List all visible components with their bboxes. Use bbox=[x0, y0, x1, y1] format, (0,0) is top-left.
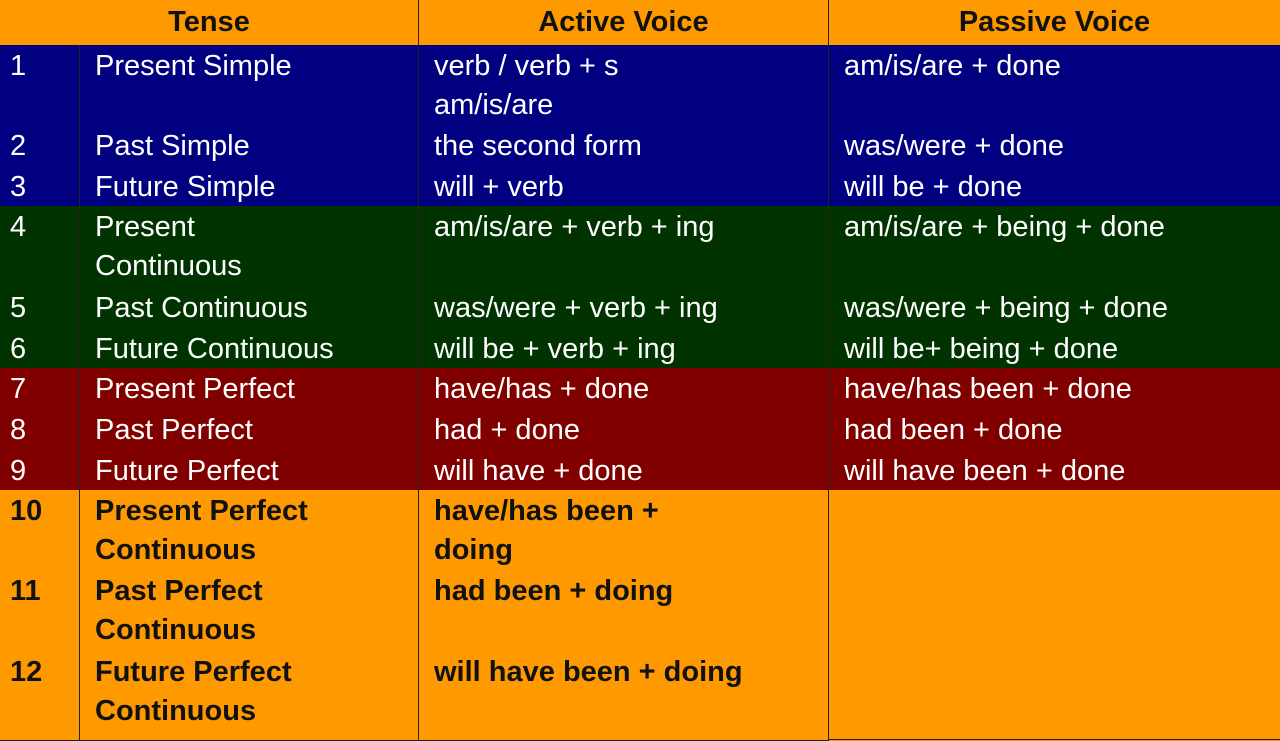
row-1-num: 1 bbox=[0, 45, 80, 126]
row-8-num: 8 bbox=[0, 409, 80, 451]
row-5-num: 5 bbox=[0, 287, 80, 329]
row-7-tense: Present Perfect bbox=[80, 368, 419, 410]
row-1-active: verb / verb + s am/is/are bbox=[419, 45, 829, 126]
header-passive-voice: Passive Voice bbox=[829, 0, 1280, 46]
row-12-tense: Future Perfect Continuous bbox=[80, 651, 419, 741]
row-6-num: 6 bbox=[0, 328, 80, 369]
row-9-active: will have + done bbox=[419, 450, 829, 491]
row-6-tense: Future Continuous bbox=[80, 328, 419, 369]
row-12-num: 12 bbox=[0, 651, 80, 741]
row-5-passive: was/were + being + done bbox=[829, 287, 1280, 329]
row-7-active: have/has + done bbox=[419, 368, 829, 410]
row-8-passive: had been + done bbox=[829, 409, 1280, 451]
row-1-passive: am/is/are + done bbox=[829, 45, 1280, 126]
row-11-active: had been + doing bbox=[419, 570, 829, 652]
row-9-passive: will have been + done bbox=[829, 450, 1280, 491]
header-active-voice: Active Voice bbox=[419, 0, 829, 46]
row-10-tense: Present Perfect Continuous bbox=[80, 490, 419, 571]
row-4-passive: am/is/are + being + done bbox=[829, 206, 1280, 288]
row-9-tense: Future Perfect bbox=[80, 450, 419, 491]
row-7-num: 7 bbox=[0, 368, 80, 410]
row-10-num: 10 bbox=[0, 490, 80, 571]
row-3-passive: will be + done bbox=[829, 166, 1280, 207]
row-4-num: 4 bbox=[0, 206, 80, 288]
row-6-passive: will be+ being + done bbox=[829, 328, 1280, 369]
row-2-passive: was/were + done bbox=[829, 125, 1280, 167]
row-11-num: 11 bbox=[0, 570, 80, 652]
row-4-tense: Present Continuous bbox=[80, 206, 419, 288]
row-3-active: will + verb bbox=[419, 166, 829, 207]
row-2-num: 2 bbox=[0, 125, 80, 167]
row-8-active: had + done bbox=[419, 409, 829, 451]
row-10-active: have/has been + doing bbox=[419, 490, 829, 571]
row-2-tense: Past Simple bbox=[80, 125, 419, 167]
row-1-tense: Present Simple bbox=[80, 45, 419, 126]
row-9-num: 9 bbox=[0, 450, 80, 491]
row-3-num: 3 bbox=[0, 166, 80, 207]
row-5-active: was/were + verb + ing bbox=[419, 287, 829, 329]
row-8-tense: Past Perfect bbox=[80, 409, 419, 451]
row-11-tense: Past Perfect Continuous bbox=[80, 570, 419, 652]
passive-cell-empty bbox=[829, 490, 1280, 740]
row-3-tense: Future Simple bbox=[80, 166, 419, 207]
header-tense: Tense bbox=[0, 0, 419, 46]
row-4-active: am/is/are + verb + ing bbox=[419, 206, 829, 288]
row-2-active: the second form bbox=[419, 125, 829, 167]
row-12-active: will have been + doing bbox=[419, 651, 829, 741]
row-6-active: will be + verb + ing bbox=[419, 328, 829, 369]
row-5-tense: Past Continuous bbox=[80, 287, 419, 329]
row-7-passive: have/has been + done bbox=[829, 368, 1280, 410]
